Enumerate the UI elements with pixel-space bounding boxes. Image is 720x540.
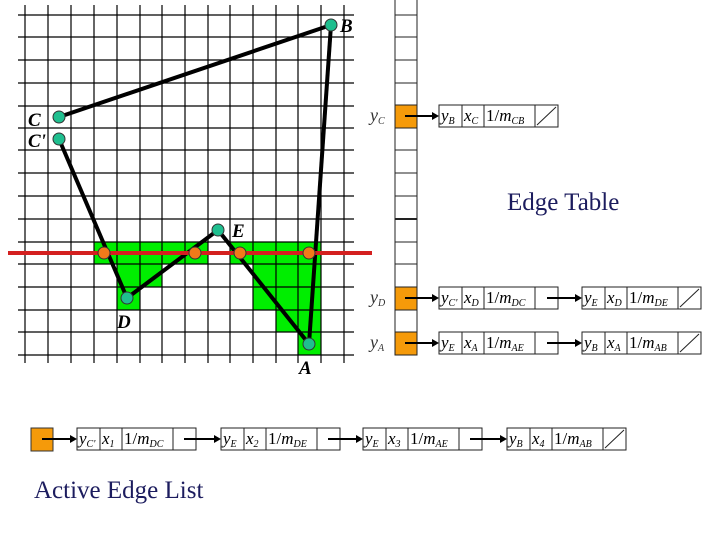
active-edge-list-title: Active Edge List [34, 477, 203, 504]
arrow-head [575, 294, 582, 302]
edge-node: yB xC 1/mCB [438, 104, 559, 128]
edge-node: yE xA 1/mAE [438, 331, 559, 355]
edge-table-title: Edge Table [507, 189, 619, 216]
vertex-label: A [298, 358, 312, 379]
edge-node: yE x2 1/mDE [220, 427, 341, 451]
polygon-edge [58, 23, 332, 119]
vertex-c-prime [52, 132, 66, 146]
scanline-fill-diagram: B C C' D E A yC yB xC 1/mCB yD yC' xD 1/mDC yE xD 1/mDE… [0, 0, 720, 540]
vertex-a [302, 337, 316, 351]
arrow-head [432, 112, 439, 120]
active-edge-list: yC' x1 1/mDC yE x2 1/mDE yE x3 1/mAE yB x4 1/mAB [30, 427, 627, 452]
vertex-label: C' [28, 131, 46, 152]
intersection-point [188, 246, 202, 260]
vertex-label: C [28, 110, 41, 131]
edge-node: yC' x1 1/mDC [76, 427, 197, 451]
vertex-c [52, 110, 66, 124]
arrow-head [575, 339, 582, 347]
arrow-head [214, 435, 221, 443]
arrow-head [500, 435, 507, 443]
vertex-label: B [339, 16, 353, 37]
vertex-b [324, 18, 338, 32]
bucket-label: yA [368, 332, 385, 354]
diagram-canvas: B CC' D E A yC yB xC 1/mCB yD yC' xD 1/mDC yE xD 1/mDE… [8, 0, 702, 504]
edge-node: yC' xD 1/mDC [438, 286, 559, 310]
edge-node: yE xD 1/mDE [581, 286, 702, 310]
arrow-head [70, 435, 77, 443]
vertex-e [211, 223, 225, 237]
intersection-point [302, 246, 316, 260]
vertex-d [120, 291, 134, 305]
bucket-label: yD [368, 287, 386, 309]
arrow-head [356, 435, 363, 443]
arrow-head [432, 339, 439, 347]
intersection-point [97, 246, 111, 260]
edge-table: yC yB xC 1/mCB yD yC' xD 1/mDC yE xD 1/mDE yA yE xA 1/… [368, 0, 702, 356]
edge-node: yB x4 1/mAB [506, 427, 627, 451]
vertex-label: E [231, 221, 245, 242]
edge-node: yE x3 1/mAE [362, 427, 483, 451]
arrow-head [432, 294, 439, 302]
vertex-label: D [116, 312, 131, 333]
intersection-point [233, 246, 247, 260]
edge-node: yB xA 1/mAB [581, 331, 702, 355]
bucket-label: yC [368, 105, 385, 127]
